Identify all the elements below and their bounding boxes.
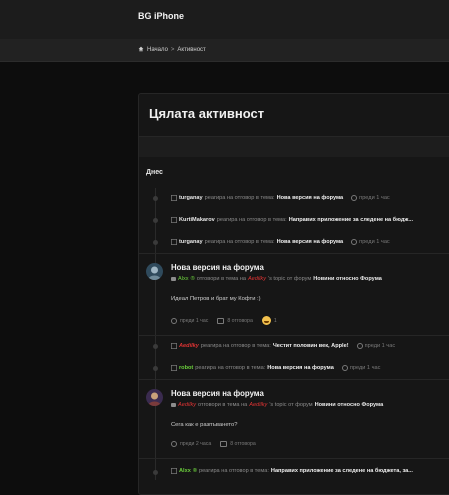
breadcrumb: Начало > Активност bbox=[138, 46, 206, 54]
timeline-dot bbox=[153, 470, 158, 475]
topic-text: 's topic от форум bbox=[268, 276, 312, 282]
topic-text: 's topic от форум bbox=[269, 402, 313, 408]
post-title[interactable]: Нова версия на форума bbox=[171, 263, 264, 272]
reaction-row: robot реагира на отговор в тема: Нова ве… bbox=[171, 365, 380, 371]
home-icon[interactable] bbox=[138, 46, 144, 54]
card-divider bbox=[139, 458, 449, 459]
reaction-count: 1 bbox=[273, 317, 277, 324]
breadcrumb-separator: > bbox=[170, 47, 175, 53]
reply-count[interactable]: 8 отговора bbox=[227, 318, 253, 324]
action-text: отговори в тема на bbox=[198, 402, 248, 408]
thread-link[interactable]: Направих приложение за следене на бюдж..… bbox=[289, 217, 413, 223]
user-link[interactable]: Aedilky bbox=[178, 402, 196, 408]
breadcrumb-bar: Начало > Активност bbox=[0, 39, 449, 62]
avatar[interactable] bbox=[146, 263, 163, 280]
broken-image-icon bbox=[171, 468, 177, 474]
post-excerpt: Идеал Петров и брат му Кофти :) bbox=[171, 296, 261, 302]
broken-image-icon bbox=[171, 239, 177, 245]
reaction-text: реагира на отговор в тема: bbox=[195, 365, 266, 371]
timestamp: преди 1 час bbox=[180, 317, 209, 324]
clock-icon bbox=[171, 317, 177, 324]
clock-icon bbox=[341, 365, 348, 371]
forum-link[interactable]: Новини относно Форума bbox=[313, 276, 382, 282]
reaction-row: turganay реагира на отговор в тема: Нова… bbox=[171, 239, 390, 245]
timeline-dot bbox=[153, 240, 158, 245]
reaction-text: реагира на отговор в тема: bbox=[200, 343, 271, 349]
top-navbar: BG iPhone bbox=[0, 0, 449, 39]
action-text: отговори в тема на bbox=[196, 276, 246, 282]
reply-count[interactable]: 8 отговора bbox=[230, 441, 256, 447]
page-title: Цялата активност bbox=[149, 106, 265, 121]
breadcrumb-home[interactable]: Начало bbox=[147, 47, 168, 53]
laugh-reaction-icon[interactable] bbox=[261, 316, 271, 325]
card-divider bbox=[139, 379, 449, 380]
reaction-row: Alxx ® реагира на отговор в тема: Направ… bbox=[171, 468, 413, 474]
clock-icon bbox=[351, 195, 358, 201]
timestamp: преди 2 часа bbox=[180, 441, 212, 447]
timeline-dot bbox=[153, 366, 158, 371]
clock-icon bbox=[171, 441, 177, 447]
timestamp: преди 1 час bbox=[351, 239, 390, 245]
site-brand[interactable]: BG iPhone bbox=[138, 11, 184, 21]
timeline-dot bbox=[153, 218, 158, 223]
filter-toolbar bbox=[139, 137, 449, 157]
broken-image-icon bbox=[171, 217, 177, 223]
reaction-text: реагира на отговор в тема: bbox=[198, 468, 269, 474]
timestamp-text: преди 1 час bbox=[349, 365, 381, 371]
reaction-row: KurtiMakarov реагира на отговор в тема: … bbox=[171, 217, 413, 223]
clock-icon bbox=[351, 239, 358, 245]
broken-image-icon bbox=[171, 195, 177, 201]
timestamp-text: преди 1 час bbox=[359, 239, 390, 245]
thread-link[interactable]: Нова версия на форума bbox=[277, 195, 344, 201]
comment-icon bbox=[220, 441, 228, 447]
chat-icon bbox=[171, 277, 176, 281]
thread-link[interactable]: Нова версия на форума bbox=[277, 239, 344, 245]
user-link[interactable]: Alxx bbox=[178, 276, 189, 282]
timeline-dot bbox=[153, 344, 158, 349]
chat-icon bbox=[171, 403, 176, 407]
reaction-row: Aedilky реагира на отговор в тема: Чести… bbox=[171, 343, 395, 349]
user-link[interactable]: turganay bbox=[179, 239, 203, 245]
user-link[interactable]: turganay bbox=[179, 195, 203, 201]
avatar[interactable] bbox=[146, 389, 163, 406]
user-link[interactable]: robot bbox=[179, 365, 193, 371]
thread-link[interactable]: Направих приложение за следене на бюджет… bbox=[271, 468, 413, 474]
timestamp: преди 1 час bbox=[351, 195, 390, 201]
user-badge: ® bbox=[190, 276, 195, 282]
user-link[interactable]: KurtiMakarov bbox=[179, 217, 215, 223]
broken-image-icon bbox=[171, 343, 177, 349]
user-link[interactable]: Aedilky bbox=[179, 343, 199, 349]
forum-link[interactable]: Новини относно Форума bbox=[315, 402, 384, 408]
day-heading: Днес bbox=[146, 169, 163, 176]
timestamp: преди 1 час bbox=[356, 343, 396, 349]
breadcrumb-current[interactable]: Активност bbox=[177, 47, 205, 53]
reaction-text: реагира на отговор в тема: bbox=[216, 217, 287, 223]
thread-link[interactable]: Честит половин век, Apple! bbox=[273, 343, 349, 349]
broken-image-icon bbox=[171, 365, 177, 371]
owner-link[interactable]: Aedilky bbox=[248, 276, 266, 282]
post-excerpt: Сега как е разпъването? bbox=[171, 422, 238, 428]
post-meta: преди 1 час 8 отговора 1 bbox=[171, 316, 277, 325]
reaction-text: реагира на отговор в тема: bbox=[204, 239, 275, 245]
card-divider bbox=[139, 253, 449, 254]
timestamp: преди 1 час bbox=[341, 365, 381, 371]
post-subtitle: Alxx ® отговори в тема на Aedilky 's top… bbox=[171, 276, 382, 282]
comment-icon bbox=[217, 317, 225, 324]
post-subtitle: Aedilky отговори в тема на Aedilky 's to… bbox=[171, 402, 383, 408]
timeline-dot bbox=[153, 196, 158, 201]
card-divider bbox=[139, 335, 449, 336]
timestamp-text: преди 1 час bbox=[364, 343, 396, 349]
post-meta: преди 2 часа 8 отговора bbox=[171, 441, 256, 447]
user-link[interactable]: Alxx bbox=[179, 468, 191, 474]
timestamp-text: преди 1 час bbox=[359, 195, 390, 201]
owner-link[interactable]: Aedilky bbox=[249, 402, 267, 408]
filter-menu-icon[interactable] bbox=[419, 137, 449, 157]
thread-link[interactable]: Нова версия на форума bbox=[267, 365, 334, 371]
reaction-text: реагира на отговор в тема: bbox=[204, 195, 275, 201]
user-badge: ® bbox=[192, 468, 197, 474]
clock-icon bbox=[356, 343, 363, 349]
post-title[interactable]: Нова версия на форума bbox=[171, 389, 264, 398]
timeline-line bbox=[155, 188, 156, 480]
reaction-row: turganay реагира на отговор в тема: Нова… bbox=[171, 195, 390, 201]
